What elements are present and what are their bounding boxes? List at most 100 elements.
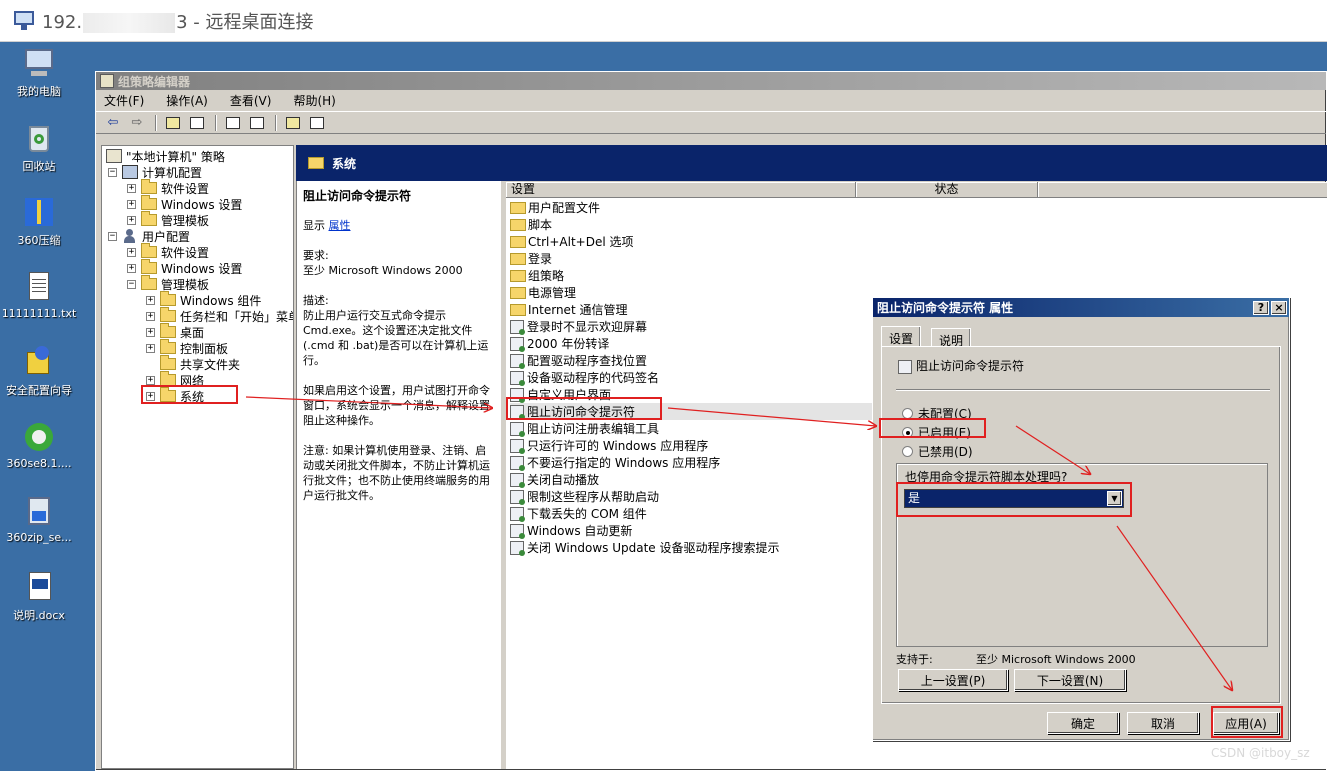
policy-setting-icon	[510, 353, 525, 369]
collapse-icon[interactable]: −	[127, 279, 136, 289]
list-item-folder[interactable]: 组策略	[510, 267, 564, 284]
tree-node-user-admin-templates[interactable]: − 管理模板	[127, 275, 209, 292]
my-computer-icon	[23, 47, 55, 79]
tree-node-taskbar-start[interactable]: + 任务栏和「开始」菜单	[146, 307, 293, 324]
list-item-policy[interactable]: 设备驱动程序的代码签名	[510, 369, 659, 386]
up-folder-icon[interactable]	[162, 114, 184, 132]
expand-icon[interactable]: +	[127, 199, 136, 209]
setting-name-row: 阻止访问命令提示符	[898, 357, 1024, 374]
tree-node-windows-components[interactable]: + Windows 组件	[146, 291, 261, 308]
policy-setting-icon	[510, 370, 525, 386]
column-empty	[1038, 182, 1327, 198]
desktop-icon-docx[interactable]: 说明.docx	[1, 571, 77, 623]
show-hide-tree-icon[interactable]	[186, 114, 208, 132]
tree-node-desktop[interactable]: + 桌面	[146, 323, 204, 340]
expand-icon[interactable]: +	[146, 375, 155, 385]
properties-icon[interactable]	[222, 114, 244, 132]
expand-icon[interactable]: +	[127, 263, 136, 273]
collapse-icon[interactable]: −	[108, 167, 117, 177]
computer-icon	[122, 165, 138, 179]
desktop-icon-security-wizard[interactable]: 安全配置向导	[1, 346, 77, 398]
policy-setting-icon	[510, 455, 525, 471]
desktop-icon-recycle-bin[interactable]: 回收站	[1, 122, 77, 174]
show-properties-line: 显示 属性	[303, 219, 351, 232]
security-wizard-icon	[23, 346, 55, 378]
tree-node-local-policy[interactable]: "本地计算机" 策略	[106, 148, 225, 164]
column-setting[interactable]: 设置	[506, 182, 856, 198]
tree-node-shared-folders[interactable]: 共享文件夹	[160, 355, 240, 372]
policy-setting-icon	[510, 472, 525, 488]
list-item-policy[interactable]: 下载丢失的 COM 组件	[510, 505, 647, 522]
policy-setting-icon	[898, 360, 912, 374]
expand-icon[interactable]: +	[146, 343, 155, 353]
desktop-icon-my-computer[interactable]: 我的电脑	[1, 47, 77, 99]
help-icon[interactable]	[282, 114, 304, 132]
requirements-text: 至少 Microsoft Windows 2000	[303, 264, 463, 277]
list-item-policy[interactable]: 2000 年份转译	[510, 335, 609, 352]
tree-node-user-software-settings[interactable]: + 软件设置	[127, 243, 209, 260]
column-state[interactable]: 状态	[856, 182, 1038, 198]
list-item-folder[interactable]: 脚本	[510, 216, 552, 233]
previous-setting-button[interactable]: 上一设置(P)	[898, 669, 1008, 691]
details-header: 系统	[296, 145, 1327, 181]
list-item-policy[interactable]: 登录时不显示欢迎屏幕	[510, 318, 647, 335]
list-item-policy[interactable]: 关闭自动播放	[510, 471, 599, 488]
ok-button[interactable]: 确定	[1047, 712, 1119, 734]
highlight-dropdown	[896, 482, 1132, 517]
desktop-icon-txt[interactable]: 11111111.txt	[1, 271, 77, 320]
properties-link[interactable]: 属性	[329, 219, 351, 232]
collapse-icon[interactable]: −	[108, 231, 117, 241]
forward-arrow-icon[interactable]: ⇨	[126, 114, 148, 132]
highlight-enabled-radio	[879, 418, 986, 438]
expand-icon[interactable]: +	[146, 327, 155, 337]
tab-settings[interactable]: 设置	[881, 326, 922, 347]
tab-explain[interactable]: 说明	[931, 328, 972, 348]
folder-icon	[510, 235, 526, 248]
folder-icon	[141, 259, 157, 274]
folder-icon	[160, 339, 176, 354]
tree-node-user-config[interactable]: − 用户配置	[108, 228, 190, 244]
list-item-folder[interactable]: Internet 通信管理	[510, 301, 627, 318]
tree-node-windows-settings[interactable]: + Windows 设置	[127, 195, 242, 212]
help-button[interactable]: ?	[1253, 300, 1269, 315]
list-item-folder[interactable]: 用户配置文件	[510, 199, 600, 216]
desktop-icon-360se[interactable]: 360se8.1....	[1, 421, 77, 470]
folder-icon	[510, 269, 526, 282]
list-item-policy[interactable]: 只运行许可的 Windows 应用程序	[510, 437, 708, 454]
tree-node-computer-config[interactable]: − 计算机配置	[108, 164, 202, 180]
list-item-policy[interactable]: 阻止访问注册表编辑工具	[510, 420, 659, 437]
tree-node-admin-templates[interactable]: + 管理模板	[127, 211, 209, 228]
list-item-policy[interactable]: 限制这些程序从帮助启动	[510, 488, 659, 505]
export-list-icon[interactable]	[246, 114, 268, 132]
expand-icon[interactable]: +	[127, 215, 136, 225]
list-item-policy[interactable]: 不要运行指定的 Windows 应用程序	[510, 454, 720, 471]
list-item-policy[interactable]: 配置驱动程序查找位置	[510, 352, 647, 369]
back-arrow-icon[interactable]: ⇦	[102, 114, 124, 132]
list-item-policy[interactable]: Windows 自动更新	[510, 522, 632, 539]
list-item-folder[interactable]: 电源管理	[510, 284, 576, 301]
cancel-button[interactable]: 取消	[1127, 712, 1199, 734]
menu-help[interactable]: 帮助(H)	[291, 90, 337, 111]
radio-disabled[interactable]: 已禁用(D)	[902, 443, 973, 460]
close-button[interactable]: ×	[1271, 300, 1287, 315]
desktop-icon-360zip[interactable]: 360压缩	[1, 196, 77, 248]
list-item-policy[interactable]: 关闭 Windows Update 设备驱动程序搜索提示	[510, 539, 779, 556]
description-label: 描述:	[303, 294, 329, 307]
setting-name: 阻止访问命令提示符	[916, 359, 1025, 373]
tree-node-software-settings[interactable]: + 软件设置	[127, 179, 209, 196]
tree-node-user-windows-settings[interactable]: + Windows 设置	[127, 259, 242, 276]
tree-node-control-panel[interactable]: + 控制面板	[146, 339, 228, 356]
menu-action[interactable]: 操作(A)	[164, 90, 210, 111]
menu-view[interactable]: 查看(V)	[228, 90, 274, 111]
expand-icon[interactable]: +	[127, 183, 136, 193]
list-item-folder[interactable]: Ctrl+Alt+Del 选项	[510, 233, 633, 250]
expand-icon[interactable]: +	[127, 247, 136, 257]
desktop-icon-360zip-setup[interactable]: 360zip_se...	[1, 495, 77, 544]
view-toggle-icon[interactable]	[306, 114, 328, 132]
expand-icon[interactable]: +	[146, 295, 155, 305]
watermark: CSDN @itboy_sz	[1211, 746, 1310, 760]
menu-file[interactable]: 文件(F)	[102, 90, 146, 111]
expand-icon[interactable]: +	[146, 311, 155, 321]
list-item-folder[interactable]: 登录	[510, 250, 552, 267]
next-setting-button[interactable]: 下一设置(N)	[1014, 669, 1126, 691]
